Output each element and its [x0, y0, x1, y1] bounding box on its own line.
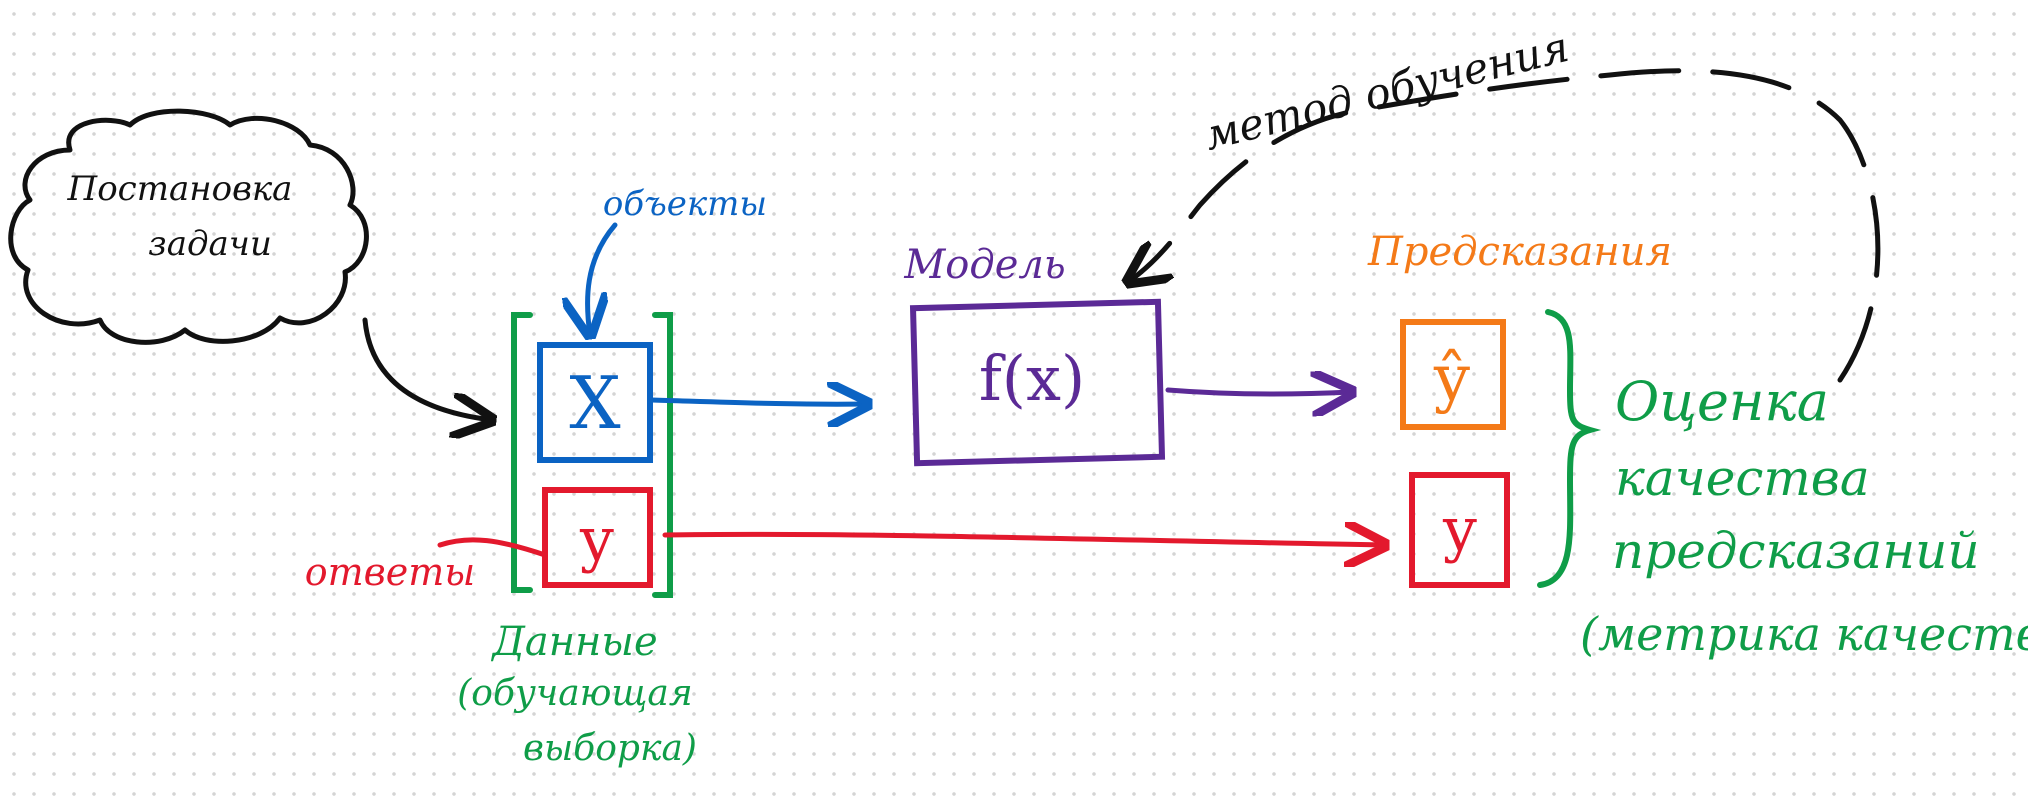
quality-brace: [1537, 309, 1602, 588]
objects-label: объекты: [603, 184, 767, 224]
quality-label-line4: (метрика качества): [1580, 607, 2028, 661]
task-to-data-arrow: [362, 317, 492, 420]
model-label: Модель: [903, 242, 1065, 288]
model-to-prediction-arrow: [1165, 390, 1352, 394]
ml-pipeline-diagram: Постановка задачи объекты X y ответы Дан…: [8, 22, 2028, 769]
y-hat-symbol: ŷ: [1433, 342, 1470, 416]
y-data-symbol: y: [579, 505, 614, 575]
x-symbol: X: [569, 361, 620, 445]
predictions-label: Предсказания: [1367, 229, 1672, 275]
task-label-line2: задачи: [148, 224, 272, 264]
answers-label: ответы: [305, 550, 476, 594]
y-true-symbol: y: [1442, 495, 1477, 565]
y-to-y-arrow: [662, 534, 1385, 545]
x-to-model-arrow: [649, 400, 868, 404]
data-label-line3: выборка): [523, 728, 697, 769]
quality-label-line2: качества: [1615, 449, 1870, 507]
model-function: f(x): [979, 342, 1085, 415]
method-label: метод обучения: [1199, 22, 1573, 160]
quality-label-line1: Оценка: [1615, 370, 1829, 433]
task-label-line1: Постановка: [67, 169, 293, 209]
data-label-line2: (обучающая: [457, 673, 692, 714]
data-bracket-right: [652, 312, 673, 598]
data-label-line1: Данные: [490, 619, 657, 665]
quality-label-line3: предсказаний: [1612, 522, 1980, 580]
objects-arrow: [588, 222, 618, 335]
